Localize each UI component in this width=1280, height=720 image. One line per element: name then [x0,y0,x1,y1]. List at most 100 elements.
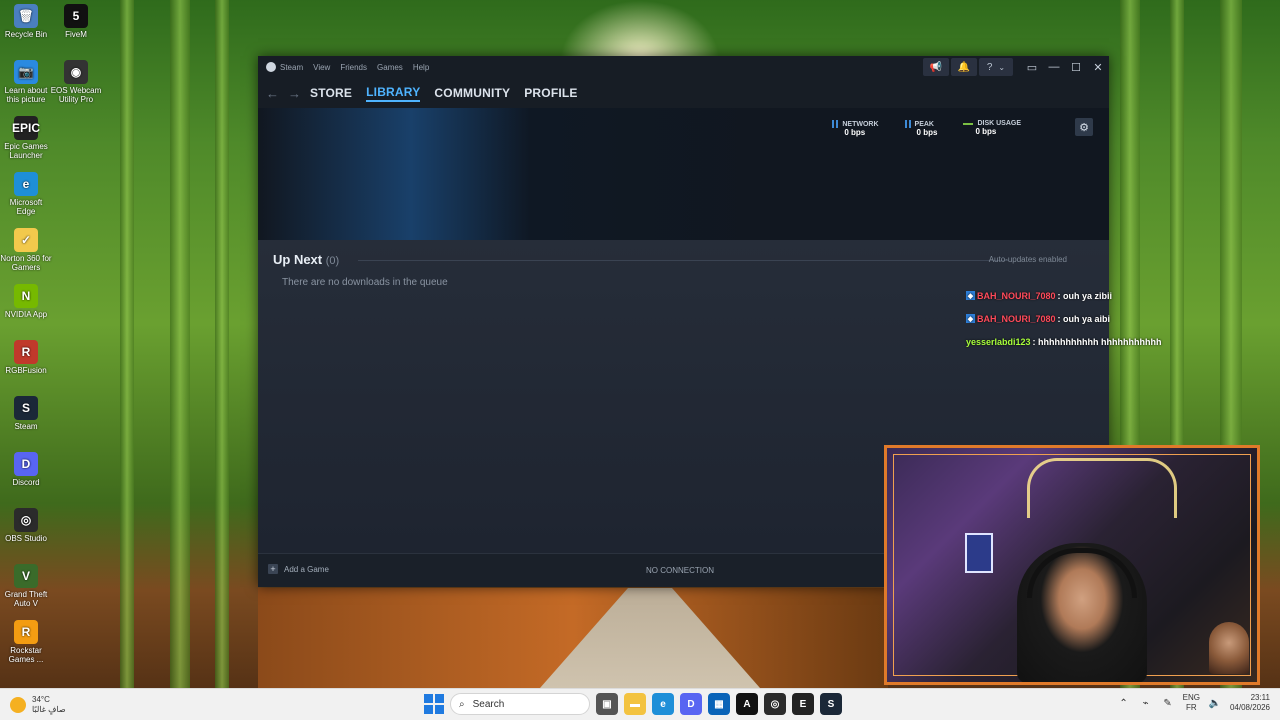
discord-icon[interactable]: D [680,693,702,715]
epic-games-icon[interactable]: E [792,693,814,715]
clock[interactable]: 23:11 04/08/2026 [1230,693,1270,713]
clock-date: 04/08/2026 [1229,703,1270,712]
desktop-icon[interactable]: S Steam [0,396,52,431]
steam-navbar: ← → STORE LIBRARY COMMUNITY PROFILE [258,78,1109,108]
store-icon[interactable]: ▦ [708,693,730,715]
app-icon: ◎ [14,508,38,532]
desktop-icon[interactable]: ✓ Norton 360 for Gamers [0,228,52,272]
app-icon: N [14,284,38,308]
mini-player-icon[interactable]: ▭ [1021,56,1043,78]
stat-value: 0 bps [916,128,938,137]
wall-poster [965,533,993,573]
bell-icon[interactable]: 🔔 [951,58,977,76]
divider [358,260,1009,261]
desktop-icon-label: Norton 360 for Gamers [0,254,52,272]
queue-title: Up Next (0) [273,252,339,267]
language-code: ENG [1182,693,1200,702]
desktop-icon-label: FiveM [65,30,87,39]
weather-desc: صافٍ غالبًا [32,705,66,714]
nav-store[interactable]: STORE [310,86,352,100]
auto-updates-status[interactable]: Auto-updates enabled [989,255,1067,264]
help-icon: ? [986,61,993,73]
app-a-icon[interactable]: A [736,693,758,715]
close-icon[interactable]: ✕ [1087,56,1109,78]
app-icon: ✓ [14,228,38,252]
search-box[interactable]: ⌕ Search [450,693,590,715]
menu-games[interactable]: Games [377,63,403,72]
stat-label: NETWORK [842,120,879,128]
app-icon: e [14,172,38,196]
desktop-icon[interactable]: 🗑 Recycle Bin [0,4,52,39]
pen-icon[interactable]: ✎ [1161,696,1175,710]
desktop-icon-label: Discord [12,478,40,487]
back-arrow-icon[interactable]: ← [266,86,288,101]
desktop-icon-label: Learn about this picture [4,86,48,104]
app-icon: 🗑 [14,4,38,28]
maximize-icon[interactable]: ☐ [1065,56,1087,78]
add-game-button[interactable]: + Add a Game [268,564,329,574]
gear-icon[interactable]: ⚙ [1075,118,1093,136]
desktop-icon[interactable]: R Rockstar Games ... [0,620,52,664]
menu-view[interactable]: View [313,63,330,72]
desktop-icon-label: Epic Games Launcher [4,142,48,160]
desktop-icon-label: NVIDIA App [4,310,48,319]
network-icon[interactable]: ⌁ [1139,696,1153,710]
stat-value: 0 bps [975,127,997,136]
weather-widget[interactable]: 34°C صافٍ غالبًا [10,695,66,715]
stream-chat-overlay: ◆ BAH_NOURI_7080 : ouh ya zibii ◆ BAH_NO… [966,284,1166,353]
chat-username: BAH_NOURI_7080 [977,290,1056,301]
desktop-icon[interactable]: R RGBFusion [0,340,52,375]
nav-library[interactable]: LIBRARY [366,85,421,102]
queue-count: (0) [325,255,340,267]
downloads-header: NETWORK 0 bps PEAK 0 bps DISK USAGE 0 bp… [258,108,1109,240]
volume-icon[interactable]: 🔈 [1208,696,1222,710]
app-icon: S [14,396,38,420]
app-icon: ◉ [64,60,88,84]
bars-icon [832,120,839,128]
desktop-icon[interactable]: N NVIDIA App [0,284,52,319]
edge-icon[interactable]: e [652,693,674,715]
bamboo-stalk [215,0,229,690]
menu-steam[interactable]: Steam [280,63,303,72]
avatar [1209,622,1249,674]
stat-label: PEAK [914,120,934,128]
language-indicator[interactable]: ENG FR [1183,693,1200,713]
desktop-icon[interactable]: ◎ OBS Studio [0,508,52,543]
desktop-icon[interactable]: e Microsoft Edge [0,172,52,216]
desktop-icon[interactable]: 📷 Learn about this picture [0,60,52,104]
steam-logo-icon [266,62,276,72]
start-button[interactable] [424,694,444,714]
nav-profile[interactable]: PROFILE [524,86,577,100]
add-game-label: Add a Game [284,564,329,574]
chat-text: : ouh ya aibi [1057,313,1111,324]
desktop-icon[interactable]: ◉ EOS Webcam Utility Pro [50,60,102,104]
file-explorer-icon[interactable]: ▬ [624,693,646,715]
menu-help[interactable]: Help [413,63,429,72]
line-icon [963,122,974,125]
desktop-icon[interactable]: 5 FiveM [50,4,102,39]
task-view-icon[interactable]: ▣ [596,693,618,715]
chat-text: : ouh ya zibii [1057,290,1113,301]
desktop-icon-label: Microsoft Edge [9,198,43,216]
app-icon: D [14,452,38,476]
forward-arrow-icon[interactable]: → [288,86,310,101]
steam-menu: Steam View Friends Games Help [280,63,429,72]
desktop-icon-label: EOS Webcam Utility Pro [50,86,102,104]
app-icon: EPIC [12,116,40,140]
nav-community[interactable]: COMMUNITY [434,86,510,100]
obs-icon[interactable]: ◎ [764,693,786,715]
help-button[interactable]: ? ⌄ [979,58,1013,76]
chevron-up-icon[interactable]: ⌃ [1117,696,1131,710]
minimize-icon[interactable]: — [1043,56,1065,78]
queue-title-text: Up Next [273,252,323,267]
desktop-icon-label: OBS Studio [5,534,47,543]
steam-icon[interactable]: S [820,693,842,715]
menu-friends[interactable]: Friends [340,63,367,72]
stat-label: DISK USAGE [977,120,1021,127]
megaphone-icon[interactable]: 📢 [923,58,949,76]
desktop-icon[interactable]: D Discord [0,452,52,487]
desktop-icon[interactable]: EPIC Epic Games Launcher [0,116,52,160]
desktop-icon[interactable]: V Grand Theft Auto V [0,564,52,608]
sun-icon [10,697,26,713]
taskbar-apps: ⌕ Search ▣ ▬ e D ▦ A ◎ E S [424,693,842,715]
